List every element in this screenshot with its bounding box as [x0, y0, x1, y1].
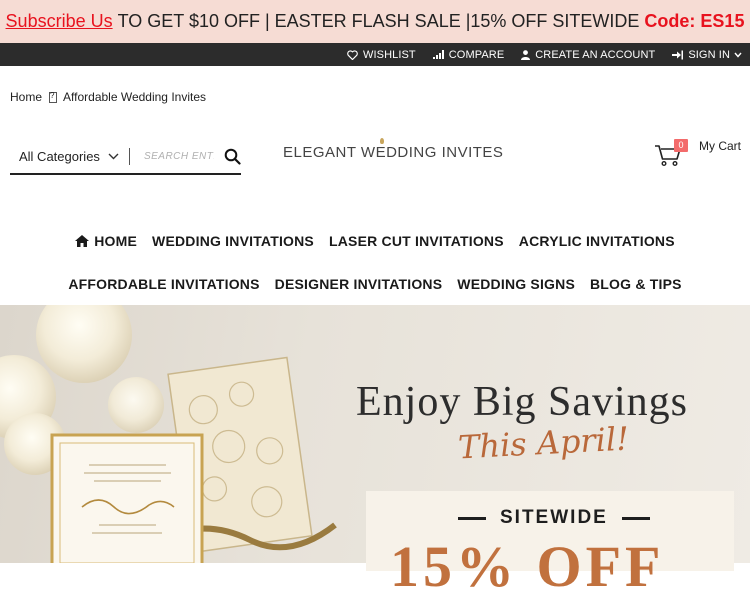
top-utility-bar: WISHLIST COMPARE CREATE AN ACCOUNT SIGN … [0, 43, 750, 66]
nav-home[interactable]: HOME [75, 233, 137, 249]
promo-code: Code: ES15 [644, 11, 745, 31]
gold-invitation-card-image [50, 433, 204, 563]
home-icon [75, 235, 90, 247]
subscribe-link[interactable]: Subscribe Us [6, 11, 113, 32]
dash-decoration [458, 516, 486, 520]
nav-affordable-invitations[interactable]: AFFORDABLE INVITATIONS [68, 276, 259, 292]
hero-sitewide: SITEWIDE [0, 507, 750, 529]
rose-image [36, 305, 132, 383]
search-icon [224, 148, 241, 165]
nav-blog-tips[interactable]: BLOG & TIPS [590, 276, 682, 292]
nav-acrylic-invitations[interactable]: ACRYLIC INVITATIONS [519, 233, 675, 249]
logo-text-part1: ELEGANT W [283, 144, 376, 161]
hero-discount: 15% OFF [390, 534, 665, 599]
user-icon [521, 49, 531, 60]
hero-sitewide-label: SITEWIDE [500, 507, 608, 528]
promo-text: TO GET $10 OFF | EASTER FLASH SALE |15% … [117, 11, 640, 31]
site-logo[interactable]: ELEGANT WEDDING INVITES [283, 138, 504, 161]
bar-chart-icon [432, 50, 444, 59]
logo-text-part3: DDING INVITES [386, 144, 504, 161]
dash-decoration [621, 516, 650, 520]
sign-in-label: SIGN IN [688, 48, 730, 61]
wishlist-link[interactable]: WISHLIST [347, 49, 416, 61]
nav-wedding-invitations[interactable]: WEDDING INVITATIONS [152, 233, 314, 249]
compare-link[interactable]: COMPARE [432, 48, 505, 61]
nav-home-label: HOME [94, 233, 138, 249]
search-bar: All Categories [10, 139, 241, 175]
promo-banner: Subscribe Us TO GET $10 OFF | EASTER FLA… [0, 0, 750, 43]
search-divider [128, 147, 130, 165]
main-nav-row-2: AFFORDABLE INVITATIONS DESIGNER INVITATI… [0, 276, 750, 292]
breadcrumb-current: Affordable Wedding Invites [63, 90, 206, 104]
breadcrumb-home[interactable]: Home [10, 90, 42, 104]
search-button[interactable] [224, 148, 241, 165]
wishlist-label: WISHLIST [363, 48, 416, 61]
create-account-label: CREATE AN ACCOUNT [535, 48, 656, 61]
breadcrumb-separator-icon [49, 91, 58, 103]
compare-label: COMPARE [448, 48, 505, 61]
nav-laser-cut-invitations[interactable]: LASER CUT INVITATIONS [329, 233, 504, 249]
hero-headline: Enjoy Big Savings [356, 379, 689, 425]
mini-cart[interactable]: 0 My Cart [654, 139, 741, 167]
sign-in-link[interactable]: SIGN IN [672, 49, 742, 61]
chevron-down-icon [734, 52, 742, 58]
nav-designer-invitations[interactable]: DESIGNER INVITATIONS [275, 276, 443, 292]
category-select[interactable]: All Categories [19, 149, 119, 164]
category-select-label: All Categories [19, 148, 100, 164]
breadcrumb: Home Affordable Wedding Invites [10, 90, 206, 104]
chevron-down-icon [108, 153, 119, 159]
main-nav-row-1: HOME WEDDING INVITATIONS LASER CUT INVIT… [0, 233, 750, 249]
search-input[interactable] [143, 150, 214, 162]
logo-flame-letter: E [375, 138, 387, 161]
heart-icon [347, 49, 358, 60]
cart-label: My Cart [699, 139, 741, 153]
sign-in-icon [672, 50, 684, 59]
cart-count-badge: 0 [674, 139, 688, 152]
create-account-link[interactable]: CREATE AN ACCOUNT [521, 49, 655, 61]
nav-wedding-signs[interactable]: WEDDING SIGNS [457, 276, 575, 292]
